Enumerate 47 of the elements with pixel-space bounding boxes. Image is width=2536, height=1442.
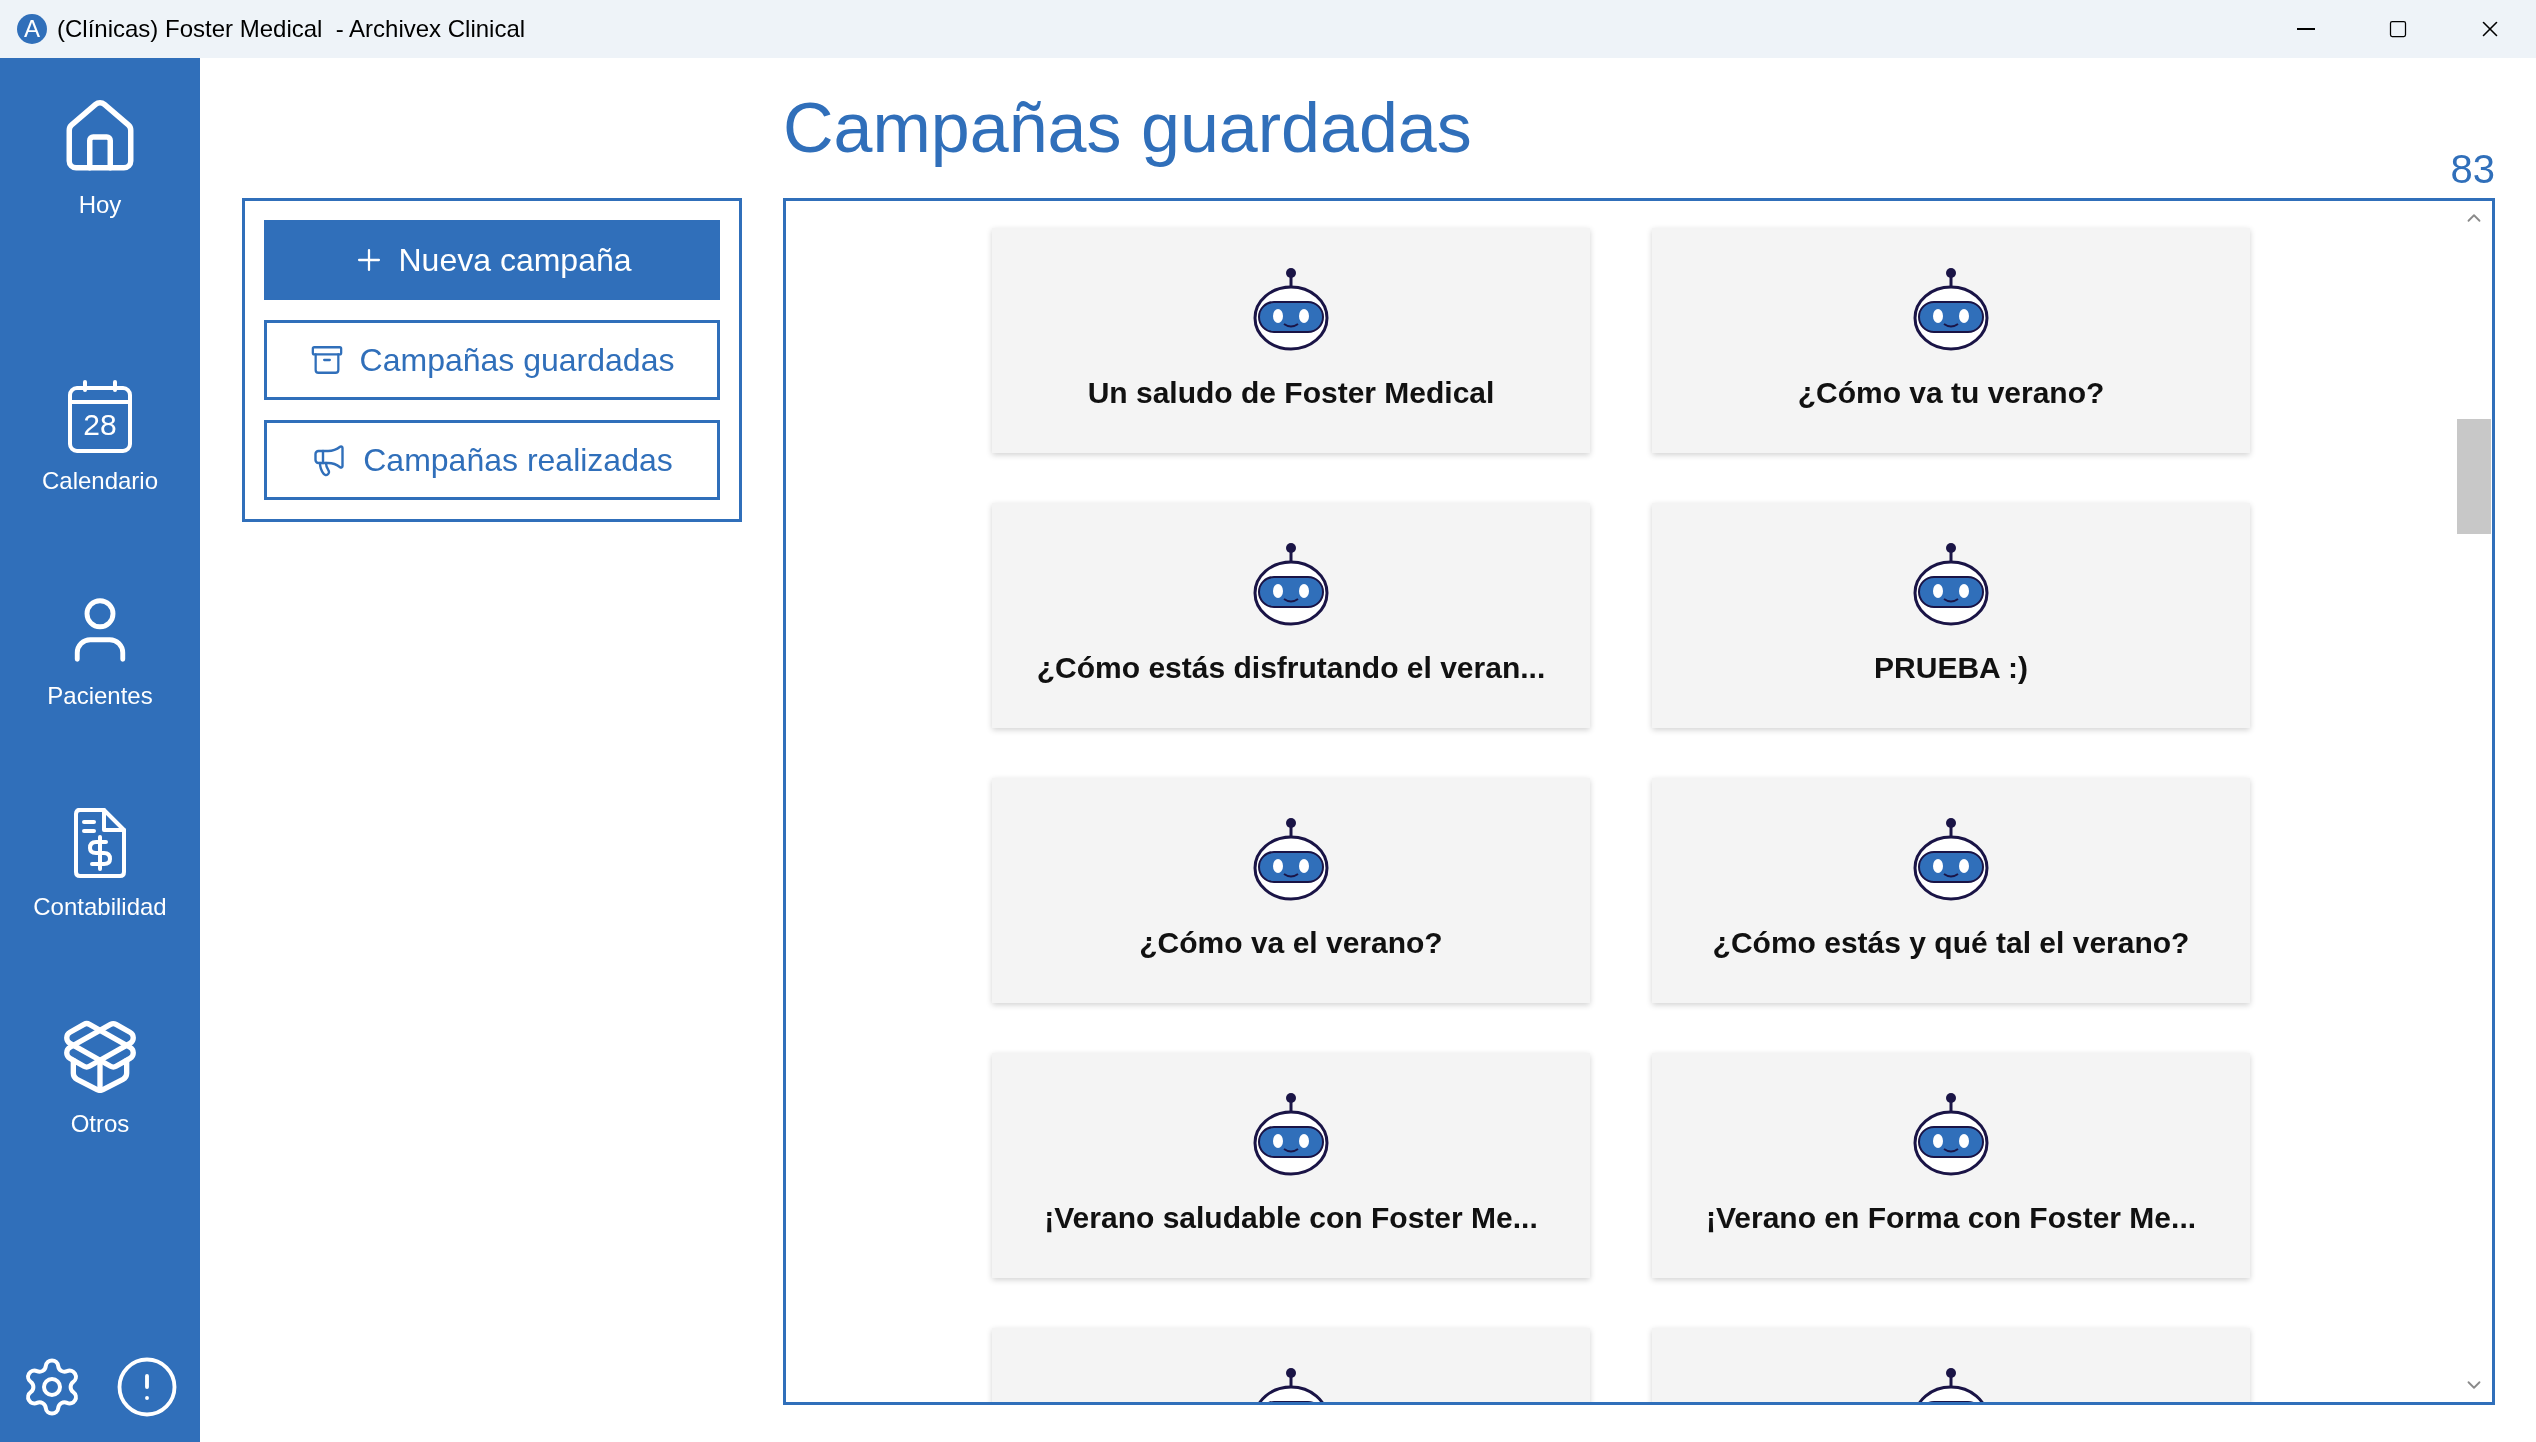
minimize-icon bbox=[2297, 28, 2315, 30]
sidebar-item[interactable]: Contabilidad bbox=[33, 806, 167, 922]
campaign-title: ¿Cómo va tu verano? bbox=[1797, 375, 2105, 411]
campaign-card[interactable]: Un saludo de Foster Medical bbox=[992, 228, 1590, 453]
campaign-card[interactable]: ¿Cómo estás y qué tal el verano? bbox=[1652, 778, 2250, 1003]
campaign-title: Un saludo de Foster Medical bbox=[1087, 375, 1495, 411]
campaign-card[interactable]: ¡Verano saludable con Foster Me... bbox=[992, 1053, 1590, 1278]
campaign-title: ¿Cómo va el verano? bbox=[1139, 925, 1443, 961]
sidebar-item[interactable]: Pacientes bbox=[47, 591, 153, 711]
campaign-card[interactable]: ¡Verano en Forma con Foster Me... bbox=[1652, 1053, 2250, 1278]
campaign-card[interactable]: ¿Cómo va tu verano? bbox=[1652, 228, 2250, 453]
invoice-dollar-icon bbox=[72, 806, 128, 880]
window-title: (Clínicas) Foster Medical - Archivex Clinical bbox=[57, 14, 526, 44]
robot-icon bbox=[1251, 816, 1331, 902]
sidebar-label: Contabilidad bbox=[33, 892, 167, 922]
app-logo: A bbox=[17, 14, 47, 44]
maximize-icon bbox=[2388, 19, 2408, 39]
sidebar-item[interactable]: 28 Calendario bbox=[41, 380, 159, 496]
campaign-card[interactable]: ¿Cómo va el verano? bbox=[992, 778, 1590, 1003]
sidebar-item[interactable]: Otros bbox=[60, 1017, 140, 1139]
campaign-card[interactable]: PRUEBA :) bbox=[1652, 503, 2250, 728]
archive-icon bbox=[309, 343, 344, 377]
campaign-title: ¡Verano saludable con Foster Me... bbox=[1044, 1200, 1538, 1236]
robot-icon bbox=[1911, 1091, 1991, 1177]
robot-icon bbox=[1911, 816, 1991, 902]
robot-icon bbox=[1911, 541, 1991, 627]
campaign-count: 83 bbox=[2450, 146, 2495, 193]
sidebar-item[interactable]: Hoy bbox=[59, 96, 141, 220]
sidebar-label: Pacientes bbox=[47, 681, 153, 711]
sidebar-label: Hoy bbox=[78, 190, 122, 220]
sidebar-label: Calendario bbox=[41, 466, 159, 496]
sidebar-label: Otros bbox=[70, 1109, 130, 1139]
page-title: Campañas guardadas bbox=[783, 88, 1472, 168]
campaign-title: ¡Verano en Forma con Foster Me... bbox=[1705, 1200, 2197, 1236]
robot-icon bbox=[1251, 1091, 1331, 1177]
new-campaign-button[interactable]: Nueva campaña bbox=[264, 220, 720, 300]
scrollbar-thumb[interactable] bbox=[2457, 419, 2491, 534]
campaign-card[interactable]: ¿Cómo estás disfrutando el veran... bbox=[992, 503, 1590, 728]
campaign-title: ¿Cómo estás disfrutando el veran... bbox=[1036, 650, 1546, 686]
robot-icon bbox=[1911, 266, 1991, 352]
campaign-title: PRUEBA :) bbox=[1874, 650, 2028, 686]
saved-campaigns-button[interactable]: Campañas guardadas bbox=[264, 320, 720, 400]
sent-campaigns-button[interactable]: Campañas realizadas bbox=[264, 420, 720, 500]
campaign-title: ¿Cómo estás y qué tal el verano? bbox=[1712, 925, 2190, 961]
robot-icon bbox=[1251, 266, 1331, 352]
robot-icon bbox=[1251, 541, 1331, 627]
calendar-day: 28 bbox=[67, 407, 133, 443]
